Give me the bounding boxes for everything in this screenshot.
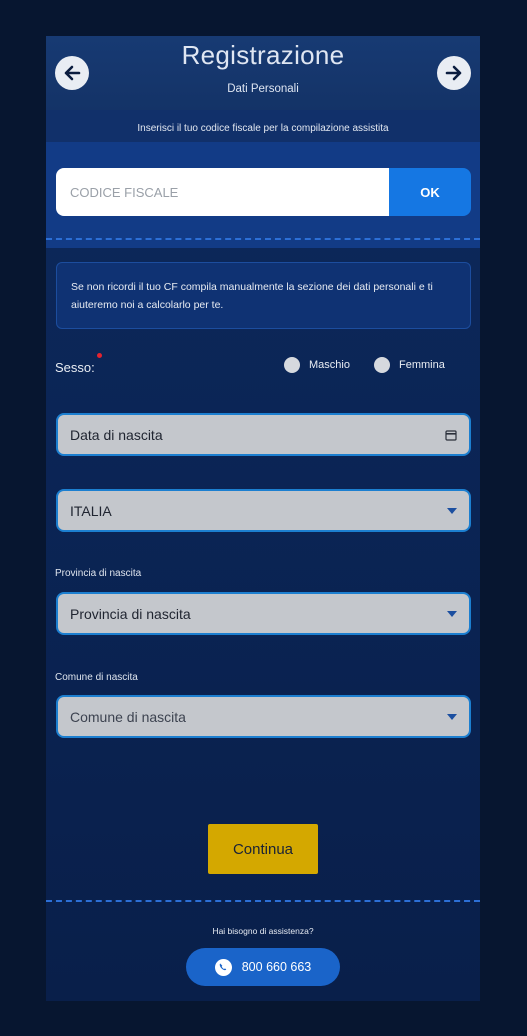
comune-label: Comune di nascita — [55, 672, 138, 683]
radio-label: Maschio — [309, 359, 350, 371]
divider — [46, 900, 480, 902]
calendar-icon — [445, 429, 457, 441]
registration-panel: Registrazione Dati Personali Inserisci i… — [46, 36, 480, 1001]
chevron-down-icon — [447, 713, 457, 720]
codice-fiscale-input[interactable] — [56, 168, 389, 216]
header: Registrazione Dati Personali — [46, 36, 480, 110]
comune-value: Comune di nascita — [70, 708, 186, 725]
phone-icon — [214, 958, 232, 976]
phone-button[interactable]: 800 660 663 — [186, 948, 340, 986]
chevron-down-icon — [447, 507, 457, 514]
cf-hint: Inserisci il tuo codice fiscale per la c… — [46, 110, 480, 142]
radio-circle[interactable] — [374, 357, 390, 373]
radio-femmina[interactable]: Femmina — [374, 357, 445, 373]
radio-circle[interactable] — [284, 357, 300, 373]
help-text: Hai bisogno di assistenza? — [212, 926, 314, 936]
sesso-label: Sesso: — [55, 360, 95, 375]
birth-date-field[interactable]: Data di nascita — [56, 413, 471, 456]
province-value: Provincia di nascita — [70, 605, 191, 622]
country-select[interactable]: ITALIA — [56, 489, 471, 532]
forward-button[interactable] — [437, 56, 471, 90]
cf-ok-button[interactable]: OK — [389, 168, 471, 216]
cf-section: OK — [46, 142, 480, 248]
phone-number: 800 660 663 — [241, 960, 312, 974]
comune-select[interactable]: Comune di nascita — [56, 695, 471, 738]
chevron-down-icon — [447, 610, 457, 617]
continue-button[interactable]: Continua — [208, 824, 318, 874]
birth-date-value: Data di nascita — [70, 426, 163, 443]
province-label: Provincia di nascita — [55, 568, 142, 579]
radio-label: Femmina — [399, 359, 445, 371]
page-subtitle: Dati Personali — [227, 83, 299, 95]
radio-maschio[interactable]: Maschio — [284, 357, 350, 373]
required-indicator — [97, 353, 102, 358]
divider — [46, 238, 480, 240]
page-title: Registrazione — [181, 40, 345, 70]
province-select[interactable]: Provincia di nascita — [56, 592, 471, 635]
arrow-right-icon — [445, 65, 462, 81]
country-value: ITALIA — [70, 502, 112, 519]
info-box: Se non ricordi il tuo CF compila manualm… — [56, 262, 471, 329]
